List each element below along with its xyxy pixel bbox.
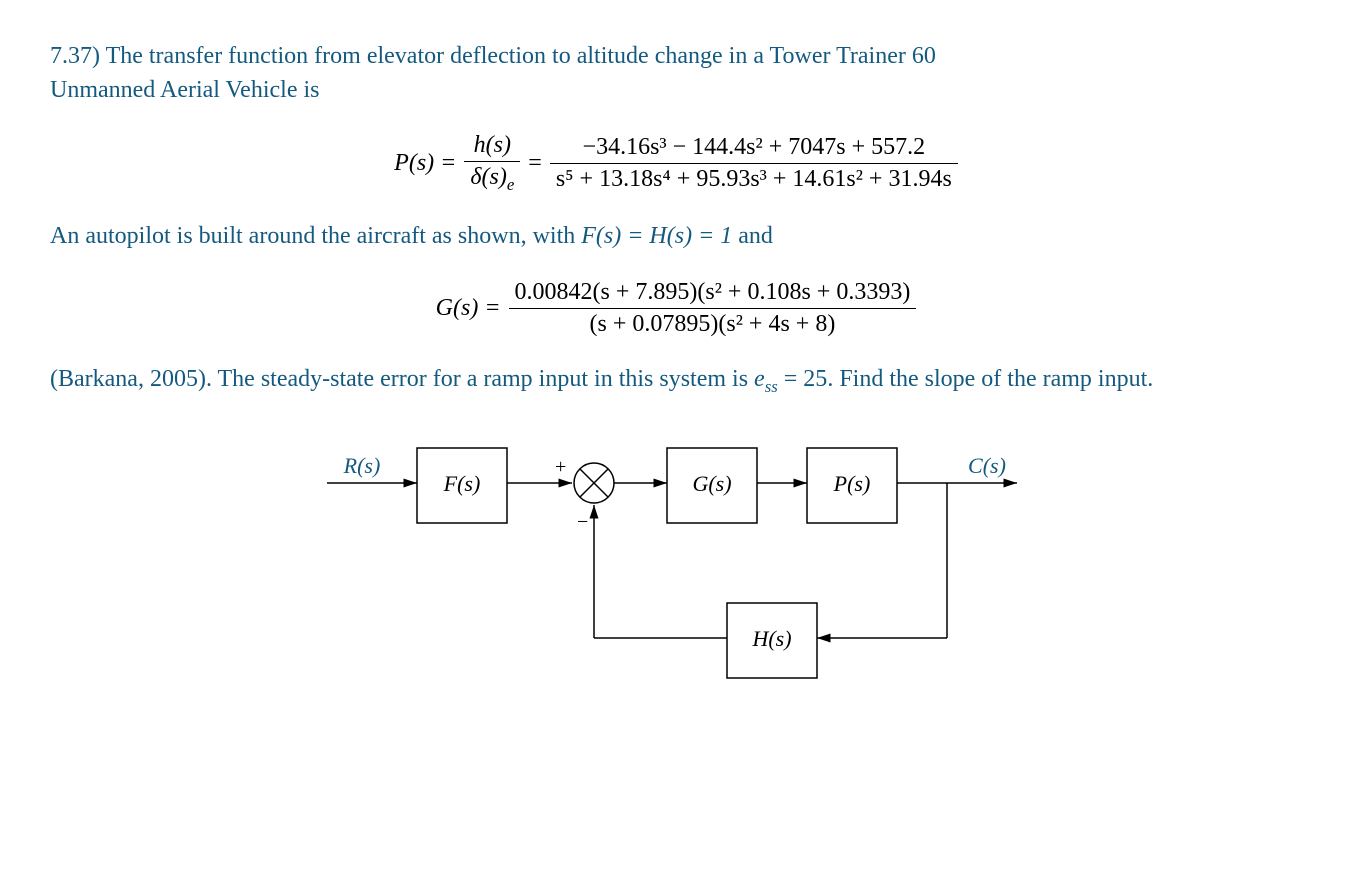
block-diagram-container: R(s) F(s) + G(s) P(s) C(s) H(s) xyxy=(50,428,1304,708)
P-main-frac: −34.16s³ − 144.4s² + 7047s + 557.2 s⁵ + … xyxy=(550,134,958,193)
hs-den: δ(s)e xyxy=(464,162,520,195)
equals-1: = xyxy=(528,150,542,177)
mid-text: An autopilot is built around the aircraf… xyxy=(50,223,581,249)
G-label: G(s) = xyxy=(436,295,501,322)
plus-sign: + xyxy=(555,456,566,478)
block-diagram: R(s) F(s) + G(s) P(s) C(s) H(s) xyxy=(297,428,1057,708)
problem-number: 7.37) xyxy=(50,43,100,69)
controller-equation: G(s) = 0.00842(s + 7.895)(s² + 0.108s + … xyxy=(50,279,1304,338)
reference-text: (Barkana, 2005). The steady-state error … xyxy=(50,366,754,392)
G-frac: 0.00842(s + 7.895)(s² + 0.108s + 0.3393)… xyxy=(509,279,917,338)
intro-text-1: The transfer function from elevator defl… xyxy=(106,43,936,69)
P-denominator: s⁵ + 13.18s⁴ + 95.93s³ + 14.61s² + 31.94… xyxy=(550,164,958,193)
ess-value: = 25 xyxy=(778,366,828,392)
C-label: C(s) xyxy=(968,453,1006,478)
final-text: . Find the slope of the ramp input. xyxy=(827,366,1153,392)
FH-equation: F(s) = H(s) = 1 xyxy=(581,223,732,249)
plant-equation: P(s) = h(s) δ(s)e = −34.16s³ − 144.4s² +… xyxy=(50,132,1304,195)
R-label: R(s) xyxy=(343,453,381,478)
final-paragraph: (Barkana, 2005). The steady-state error … xyxy=(50,363,1304,398)
P-label: P(s) = xyxy=(394,150,456,177)
problem-intro: 7.37) The transfer function from elevato… xyxy=(50,40,1304,107)
P-text: P(s) xyxy=(833,471,871,496)
intro-text-2: Unmanned Aerial Vehicle is xyxy=(50,77,319,103)
hs-num: h(s) xyxy=(464,132,520,162)
P-numerator: −34.16s³ − 144.4s² + 7047s + 557.2 xyxy=(550,134,958,164)
H-text: H(s) xyxy=(751,626,791,651)
F-text: F(s) xyxy=(443,471,481,496)
G-text: G(s) xyxy=(692,471,731,496)
ess-e: e xyxy=(754,366,765,392)
minus-sign: − xyxy=(577,511,588,533)
G-numerator: 0.00842(s + 7.895)(s² + 0.108s + 0.3393) xyxy=(509,279,917,309)
G-denominator: (s + 0.07895)(s² + 4s + 8) xyxy=(509,309,917,338)
and-word: and xyxy=(732,223,773,249)
mid-paragraph: An autopilot is built around the aircraf… xyxy=(50,220,1304,254)
hs-over-delta: h(s) δ(s)e xyxy=(464,132,520,195)
ess-sub: ss xyxy=(765,376,778,395)
